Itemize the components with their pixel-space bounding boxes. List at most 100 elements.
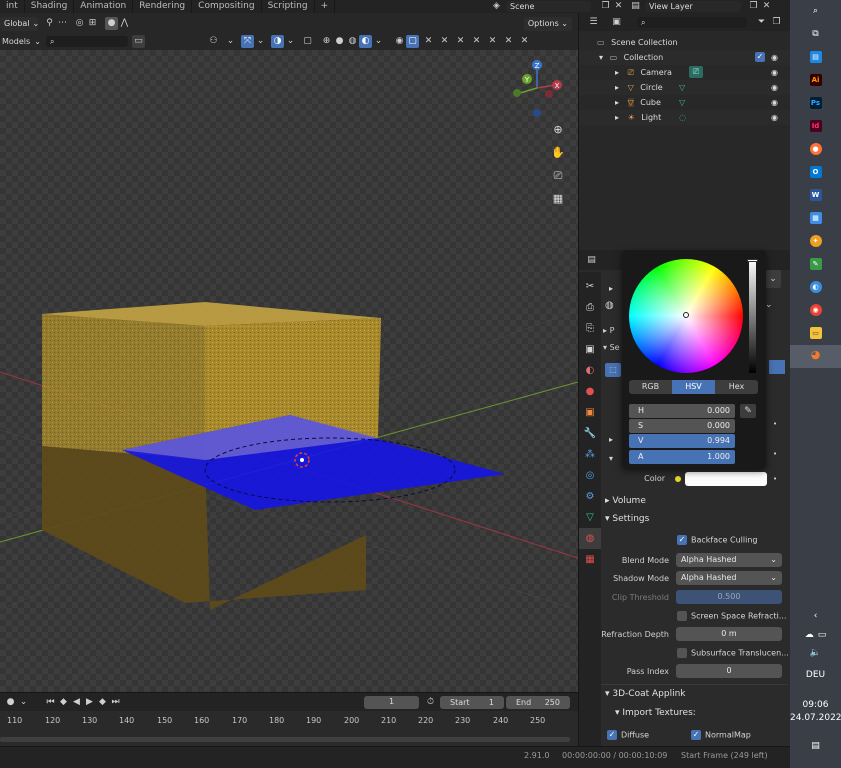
modifier-tab-icon[interactable]: 🔧 — [579, 423, 601, 444]
color-swatch[interactable] — [685, 472, 767, 486]
object-tab-icon[interactable]: ▣ — [579, 402, 601, 423]
indesign-icon[interactable]: Id — [790, 115, 841, 138]
world-tab-icon[interactable]: ● — [579, 381, 601, 402]
outliner-root-row[interactable]: ▭ Scene Collection — [579, 35, 791, 50]
tab-scripting[interactable]: Scripting — [262, 0, 315, 13]
shading-solid-icon[interactable]: ● — [333, 35, 346, 48]
app-icon[interactable]: ✦ — [790, 230, 841, 253]
options-dropdown[interactable]: Options ⌄ — [523, 16, 572, 31]
eyedropper-icon[interactable]: ✎ — [740, 404, 756, 418]
firefox-icon[interactable]: ● — [790, 138, 841, 161]
data-tab-icon[interactable]: ▽ — [579, 507, 601, 528]
gizmo-icon[interactable]: ⤧ — [241, 35, 254, 48]
snap-icon[interactable]: ◎ — [73, 17, 86, 30]
outliner-item-camera[interactable]: ▸ ⎚ Camera ⎚ ◉ — [579, 65, 791, 80]
pan-hand-icon[interactable]: ✋ — [550, 146, 566, 162]
expand-arrow[interactable]: ▸ — [609, 435, 613, 444]
tab-rendering[interactable]: Rendering — [133, 0, 193, 13]
delete-scene-icon[interactable]: ✕ — [612, 0, 625, 13]
eye-icon[interactable]: ◉ — [771, 95, 778, 110]
mesh-data-icon[interactable]: ▽ — [679, 80, 685, 95]
pivot-icon[interactable]: ⚲ — [43, 17, 56, 30]
backface-culling-checkbox[interactable]: ✓ Backface Culling — [677, 535, 757, 545]
outliner-search-input[interactable]: ⌕ — [637, 16, 747, 28]
shadow-mode-dropdown[interactable]: Alpha Hashed ⌄ — [676, 571, 782, 585]
file-explorer-icon[interactable]: ▭ — [790, 322, 841, 345]
value-slider[interactable] — [749, 259, 756, 373]
tab-animation[interactable]: Animation — [74, 0, 134, 13]
models-dropdown[interactable]: Models ⌄ — [0, 37, 46, 46]
collection-checkbox[interactable]: ✓ — [755, 52, 765, 62]
illustrator-icon[interactable]: Ai — [790, 69, 841, 92]
clock-time[interactable]: 09:06 — [790, 700, 841, 710]
app-icon[interactable]: ✎ — [790, 253, 841, 276]
search-icon[interactable]: ⌕ — [790, 0, 841, 23]
timeline-scrollbar[interactable] — [0, 737, 570, 742]
3d-viewport[interactable]: Z X Y ⊕ ✋ ⎚ ▦ — [0, 50, 578, 692]
preview-section-label[interactable]: ▸ P — [603, 326, 614, 335]
camera-data-icon[interactable]: ⎚ — [689, 66, 703, 78]
proportional-edit-icon[interactable]: ● — [105, 17, 118, 30]
shading-material-icon[interactable]: ◍ — [346, 35, 359, 48]
eye-icon[interactable]: ◉ — [771, 65, 778, 80]
tab-compositing[interactable]: Compositing — [192, 0, 262, 13]
app-icon[interactable]: ◐ — [790, 276, 841, 299]
material-preview-icon[interactable]: ◍ — [605, 300, 614, 311]
viewport-gizmo-toggle-icon[interactable]: ⌄ — [224, 35, 237, 48]
material-tab-icon[interactable]: ◍ — [579, 528, 601, 549]
perspective-grid-icon[interactable]: ▦ — [550, 192, 566, 208]
display-mode-icon[interactable]: ▣ — [610, 16, 623, 29]
shading-wireframe-icon[interactable]: ⊕ — [320, 35, 333, 48]
settings-section[interactable]: ▾ Settings — [605, 511, 649, 528]
scene-tab-icon[interactable]: ◐ — [579, 360, 601, 381]
blend-mode-dropdown[interactable]: Alpha Hashed ⌄ — [676, 553, 782, 567]
diffuse-checkbox[interactable]: ✓ Diffuse — [607, 730, 649, 740]
timeline[interactable]: 110 120 130 140 150 160 170 180 190 200 … — [0, 711, 578, 746]
editor-type-icon[interactable]: ☰ — [587, 16, 600, 29]
mesh-data-icon[interactable]: ▽ — [679, 95, 685, 110]
scene-name-field[interactable]: Scene — [506, 1, 591, 12]
shading-rendered-icon[interactable]: ◐ — [359, 35, 372, 48]
camera-view-icon[interactable]: ⎚ — [550, 169, 566, 185]
restrict-x-icon[interactable]: ✕ — [454, 35, 467, 48]
transform-icon[interactable]: ⋯ — [56, 17, 69, 30]
outlook-icon[interactable]: O — [790, 161, 841, 184]
render-tab-icon[interactable]: ⎙ — [579, 297, 601, 318]
hsv-tab[interactable]: HSV — [672, 380, 715, 394]
snap-increment-icon[interactable]: ⊞ — [86, 17, 99, 30]
keyframe-dot-icon[interactable] — [675, 476, 681, 482]
outliner-item-cube[interactable]: ▸ ▽ Cube ▽ ◉ — [579, 95, 791, 110]
eye-icon[interactable]: ◉ — [771, 50, 778, 65]
filter-icon[interactable]: ▭ — [132, 35, 145, 48]
gizmo-dropdown-icon[interactable]: ⌄ — [254, 35, 267, 48]
output-tab-icon[interactable]: ⎘ — [579, 318, 601, 339]
refraction-depth-field[interactable]: 0 m — [676, 627, 782, 641]
visibility-toggle-icon[interactable]: ⚇ — [207, 35, 220, 48]
restrict-x-icon[interactable]: ✕ — [422, 35, 435, 48]
orientation-dropdown[interactable]: Global ⌄ — [0, 16, 39, 31]
outliner-collection-row[interactable]: ▾ ▭ Collection ✓ ◉ — [579, 50, 791, 65]
scene-icon[interactable]: ◈ — [490, 0, 503, 13]
play-icon[interactable]: ▶ — [83, 696, 96, 709]
restrict-x-icon[interactable]: ✕ — [502, 35, 515, 48]
blender-icon[interactable]: ◕ — [790, 345, 841, 368]
view-layer-field[interactable]: View Layer — [645, 1, 741, 12]
jump-start-icon[interactable]: ⏮ — [44, 696, 57, 709]
view-layer-tab-icon[interactable]: ▣ — [579, 339, 601, 360]
filter-funnel-icon[interactable]: ⏷ — [755, 16, 768, 29]
light-data-icon[interactable]: ◌ — [679, 110, 686, 125]
collapse-arrow[interactable]: ▾ — [609, 454, 613, 463]
eye-icon[interactable]: ◉ — [771, 80, 778, 95]
store-icon[interactable]: ▤ — [790, 46, 841, 69]
overlay-icon[interactable]: ◑ — [271, 35, 284, 48]
notification-icon[interactable]: ▤ — [790, 735, 841, 758]
texture-tab-icon[interactable]: ▦ — [579, 549, 601, 570]
jump-end-icon[interactable]: ⏭ — [109, 696, 122, 709]
eye-icon[interactable]: ◉ — [771, 110, 778, 125]
value-slider-handle[interactable] — [747, 259, 758, 262]
particles-tab-icon[interactable]: ⁂ — [579, 444, 601, 465]
record-icon[interactable]: ● — [4, 696, 17, 709]
next-keyframe-icon[interactable]: ◆ — [96, 696, 109, 709]
properties-editor-icon[interactable]: ▤ — [585, 254, 598, 267]
rgb-tab[interactable]: RGB — [629, 380, 672, 394]
